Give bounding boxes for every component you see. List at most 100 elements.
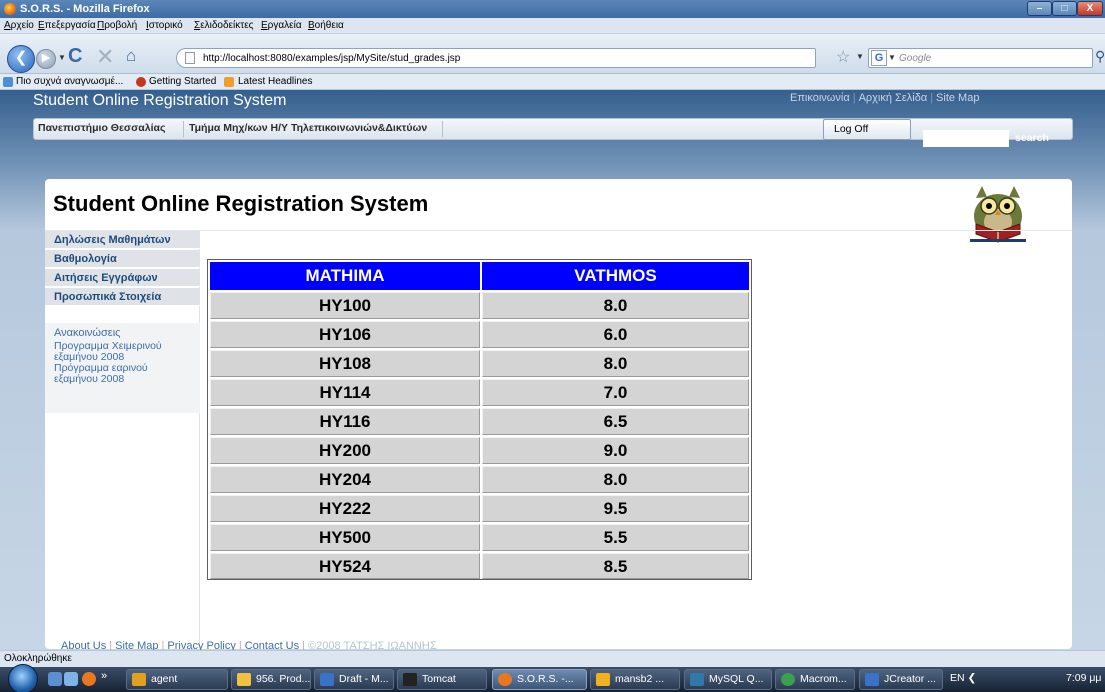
taskbar-button-draft[interactable]: Draft - M... — [314, 669, 394, 690]
menu-edit[interactable]: Επεξεργασία — [38, 20, 96, 31]
grade-cell: 5.5 — [482, 524, 749, 551]
system-tray[interactable]: EN ❮ — [950, 672, 976, 684]
getting-started-icon — [136, 77, 146, 87]
top-links: Επικοινωνία | Αρχική Σελίδα | Site Map — [790, 92, 980, 104]
clock[interactable]: 7:09 μμ — [1066, 672, 1101, 684]
grade-cell: 9.0 — [482, 437, 749, 464]
tab-department[interactable]: Τμήμα Μηχ/κων Η/Υ Τηλεπικοινωνιών&Δικτύω… — [189, 122, 427, 134]
bookmark-latest-headlines[interactable]: Latest Headlines — [238, 76, 313, 87]
menu-bookmarks[interactable]: Σελιδοδείκτες — [194, 20, 253, 31]
taskbar-button-mysql[interactable]: MySQL Q... — [684, 669, 772, 690]
sitemap-link[interactable]: Site Map — [936, 92, 979, 104]
course-cell: HY108 — [210, 350, 480, 377]
word-icon — [320, 673, 334, 686]
course-cell: HY500 — [210, 524, 480, 551]
site-search-button[interactable]: search — [1015, 132, 1049, 144]
taskbar-button-tomcat[interactable]: Tomcat — [397, 669, 487, 690]
home-button[interactable]: ⌂ — [126, 46, 136, 66]
menu-view[interactable]: Προβολή — [97, 20, 137, 31]
show-desktop-icon[interactable] — [48, 672, 62, 686]
sidebar-item-personal-info[interactable]: Προσωπικά Στοιχεία — [45, 288, 200, 306]
owl-reading-icon — [970, 186, 1026, 243]
mansb2-icon — [596, 673, 610, 686]
most-visited-icon — [3, 77, 13, 87]
course-cell: HY106 — [210, 321, 480, 348]
course-cell: HY222 — [210, 495, 480, 522]
status-bar: Ολοκληρώθηκε — [0, 650, 1105, 667]
browser-search-box[interactable]: G ▼ Google — [868, 48, 1093, 68]
menu-tools[interactable]: Εργαλεία — [261, 20, 302, 31]
sidebar-item-course-registrations[interactable]: Δηλώσεις Μαθημάτων — [45, 231, 200, 249]
grade-cell: 8.0 — [482, 350, 749, 377]
menu-history[interactable]: Ιστορικό — [146, 20, 183, 31]
grade-cell: 9.5 — [482, 495, 749, 522]
contact-link[interactable]: Επικοινωνία — [790, 92, 850, 104]
course-cell: HY204 — [210, 466, 480, 493]
quick-launch-firefox-icon[interactable] — [82, 672, 96, 686]
menu-help[interactable]: Βοήθεια — [308, 20, 344, 31]
announcements-box: Ανακοινώσεις Προγραμμα Χειμερινού εξαμήν… — [45, 323, 200, 413]
search-icon[interactable]: ⚲ — [1095, 48, 1105, 65]
rss-icon — [224, 77, 234, 87]
quick-launch-more-icon[interactable]: » — [101, 670, 107, 682]
bookmark-star-icon[interactable]: ☆ — [836, 47, 850, 67]
page-icon — [185, 52, 195, 64]
taskbar-button-agent[interactable]: agent — [126, 669, 228, 690]
grade-cell: 6.0 — [482, 321, 749, 348]
logoff-button[interactable]: Log Off — [823, 119, 911, 140]
close-button[interactable]: X — [1077, 1, 1103, 16]
google-engine-icon[interactable]: G — [871, 50, 887, 66]
url-dropdown-icon[interactable]: ▼ — [856, 52, 864, 61]
quick-launch-ie-icon[interactable] — [64, 672, 78, 686]
window-title: S.O.R.S. - Mozilla Firefox — [20, 3, 150, 15]
agent-icon — [132, 673, 146, 686]
site-search-input[interactable] — [923, 130, 1009, 147]
engine-dropdown-icon[interactable]: ▼ — [888, 53, 896, 62]
course-cell: HY116 — [210, 408, 480, 435]
firefox-icon — [4, 3, 16, 15]
taskbar-button-mansb2[interactable]: mansb2 ... — [590, 669, 680, 690]
tab-university[interactable]: Πανεπιστήμιο Θεσσαλίας — [38, 122, 165, 134]
course-cell: HY200 — [210, 437, 480, 464]
column-header-grade: VATHMOS — [482, 262, 749, 290]
tab-divider — [183, 121, 184, 137]
menu-file[interactable]: Αρχείο — [4, 20, 34, 31]
university-tab-bar: Πανεπιστήμιο Θεσσαλίας Τμήμα Μηχ/κων Η/Υ… — [33, 118, 1073, 140]
mysql-icon — [690, 673, 704, 686]
minimize-button[interactable]: – — [1027, 1, 1052, 16]
announcement-spring-link-line2[interactable]: εξαμήνου 2008 — [54, 374, 124, 385]
announcements-title: Ανακοινώσεις — [54, 327, 121, 339]
tab-divider — [442, 121, 443, 137]
jcreator-icon — [865, 673, 879, 686]
bookmark-getting-started[interactable]: Getting Started — [149, 76, 216, 87]
macromedia-icon — [781, 673, 795, 686]
home-link[interactable]: Αρχική Σελίδα — [859, 92, 928, 104]
back-button[interactable]: ❮ — [7, 45, 35, 73]
grade-cell: 8.5 — [482, 553, 749, 579]
sidebar-item-document-requests[interactable]: Αιτήσεις Εγγράφων — [45, 269, 200, 287]
bookmarks-toolbar: Πιο συχνά αναγνωσμέ... Getting Started L… — [0, 74, 1105, 90]
product-icon — [237, 673, 251, 686]
start-button[interactable] — [8, 664, 38, 692]
course-cell: HY114 — [210, 379, 480, 406]
taskbar-button-product[interactable]: 956. Prod... — [231, 669, 311, 690]
grade-cell: 8.0 — [482, 292, 749, 319]
address-bar[interactable]: http://localhost:8080/examples/jsp/MySit… — [176, 48, 816, 68]
maximize-button[interactable]: □ — [1052, 1, 1077, 16]
url-text[interactable]: http://localhost:8080/examples/jsp/MySit… — [203, 53, 460, 64]
forward-button[interactable]: ▶ — [36, 49, 56, 69]
taskbar-button-macromedia[interactable]: Macrom... — [775, 669, 855, 690]
history-dropdown-icon[interactable]: ▼ — [58, 53, 66, 62]
taskbar-button-jcreator[interactable]: JCreator ... — [859, 669, 943, 690]
reload-button[interactable]: C — [68, 45, 82, 68]
site-header-title: Student Online Registration System — [33, 92, 287, 109]
bookmark-most-visited[interactable]: Πιο συχνά αναγνωσμέ... — [16, 76, 123, 87]
taskbar-button-sors-firefox[interactable]: S.O.R.S. -... — [492, 669, 587, 690]
sidebar-item-grades[interactable]: Βαθμολογία — [45, 250, 200, 268]
column-header-course: MATHIMA — [210, 262, 480, 290]
status-text: Ολοκληρώθηκε — [4, 653, 72, 664]
course-cell: HY100 — [210, 292, 480, 319]
console-icon — [403, 673, 417, 686]
grade-cell: 8.0 — [482, 466, 749, 493]
stop-button[interactable]: ✕ — [96, 44, 114, 70]
